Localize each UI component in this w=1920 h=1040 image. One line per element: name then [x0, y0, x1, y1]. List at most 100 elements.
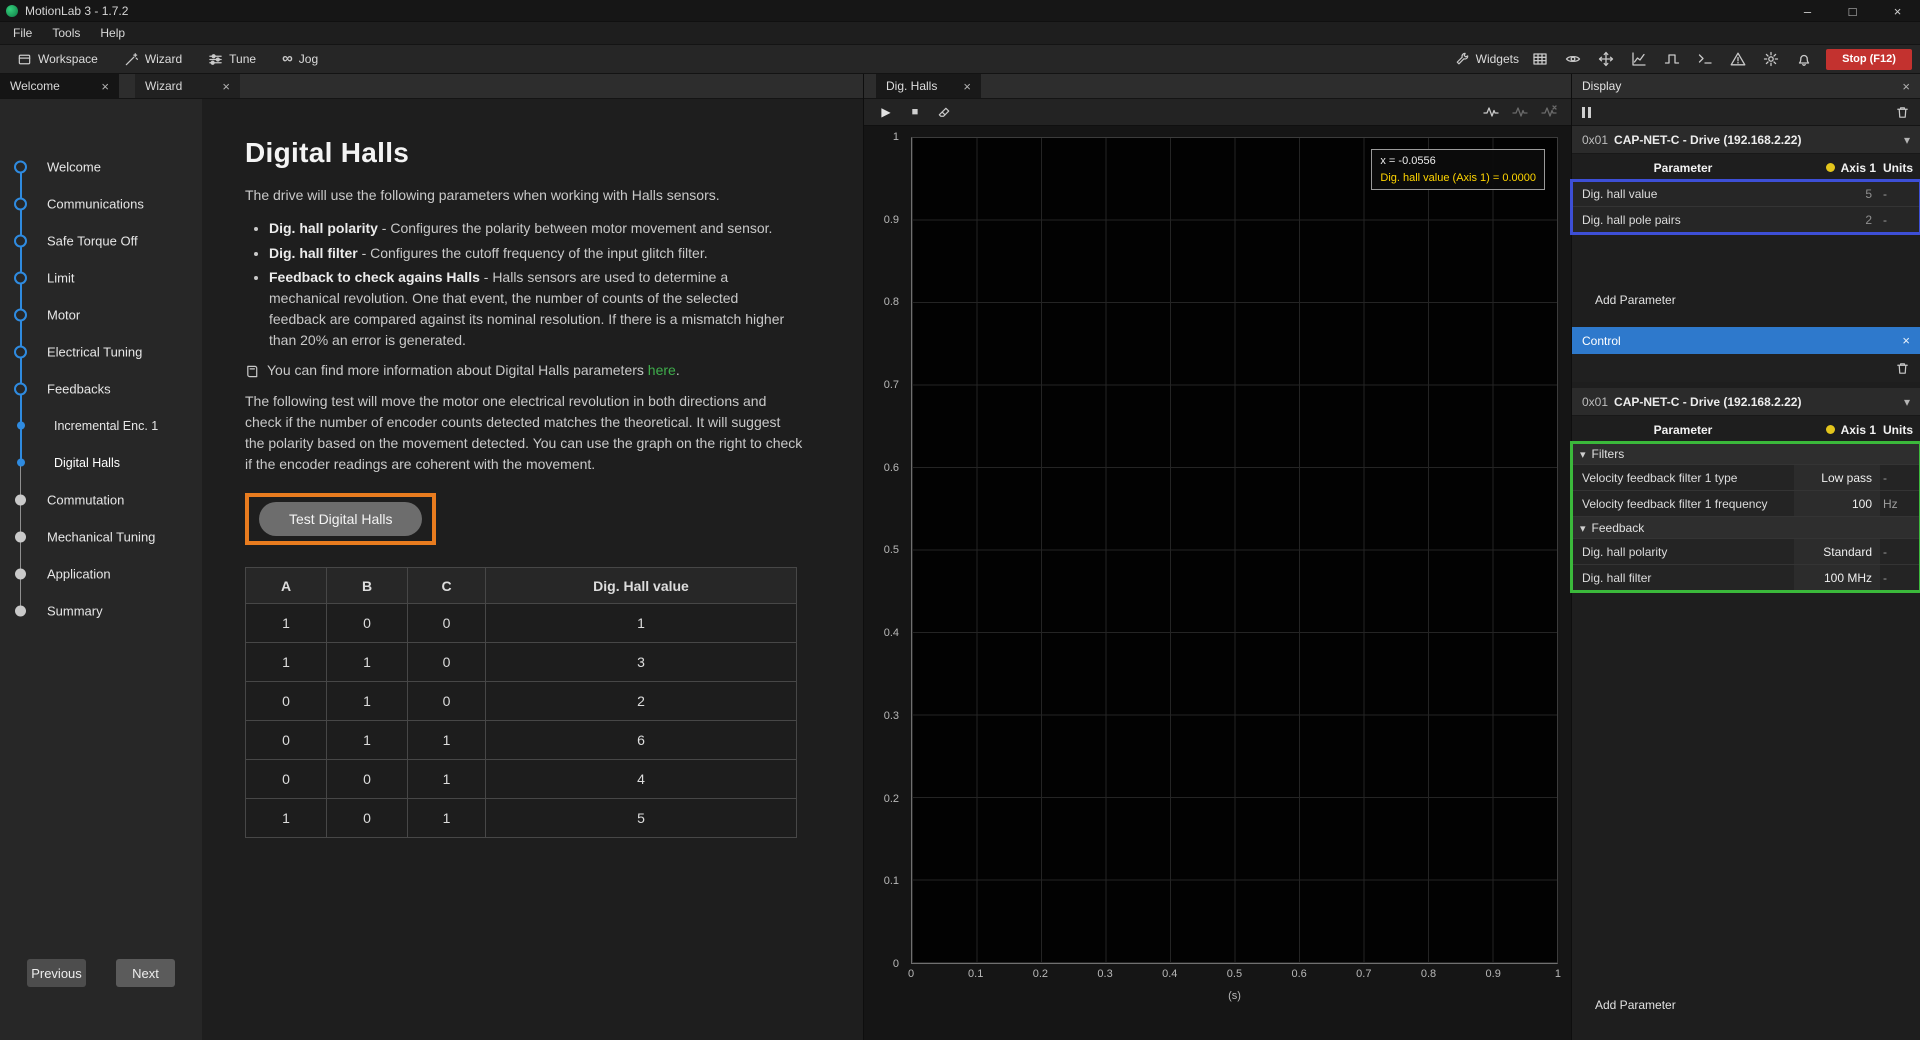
control-chevron-down-icon[interactable]: ▾ [1904, 395, 1910, 409]
control-parameter-row[interactable]: ▾Velocity feedback filter 1 type Velocit… [1572, 465, 1920, 491]
plot-grid[interactable]: x = -0.0556 Dig. hall value (Axis 1) = 0… [911, 137, 1558, 964]
watch-rows: Dig. hall value 5 - Dig. hall pole pairs… [1572, 181, 1920, 233]
wizard-step[interactable]: Communications [0, 185, 202, 222]
hall-cell-value: 2 [486, 682, 797, 721]
step-marker-icon [12, 491, 29, 508]
collapse-icon[interactable]: ▾ [1580, 449, 1586, 461]
menu-tools[interactable]: Tools [42, 24, 90, 42]
eye-icon[interactable] [1565, 51, 1581, 67]
control-parameter-row[interactable]: ▾Dig. hall polarity Dig. hall polarity S… [1572, 539, 1920, 565]
wizard-step[interactable]: Motor [0, 296, 202, 333]
close-button[interactable]: × [1875, 0, 1920, 22]
control-close-icon[interactable]: × [1902, 333, 1910, 348]
stop-f12-button[interactable]: Stop (F12) [1826, 49, 1912, 70]
wizard-step[interactable]: Application [0, 555, 202, 592]
y-tick-label: 0.5 [884, 542, 905, 558]
group-row[interactable]: ▾Filters [1572, 447, 1920, 461]
minimize-button[interactable]: – [1785, 0, 1830, 22]
wizard-step[interactable]: Mechanical Tuning [0, 518, 202, 555]
tab-dig-halls-close-icon[interactable]: × [963, 79, 971, 94]
here-link[interactable]: here [648, 362, 676, 378]
tune-button[interactable]: Tune [195, 45, 269, 73]
workspace-button[interactable]: Workspace [4, 45, 111, 73]
wizard-step[interactable]: Digital Halls [0, 444, 202, 481]
tab-dig-halls-label: Dig. Halls [886, 79, 937, 93]
group-row[interactable]: ▾Feedback [1572, 521, 1920, 535]
control-trash-icon[interactable] [1895, 361, 1910, 376]
gear-icon[interactable] [1763, 51, 1779, 67]
table-view-icon[interactable] [1532, 51, 1548, 67]
hall-cell-value: 6 [486, 721, 797, 760]
control-parameter-value[interactable]: Standard [1794, 539, 1880, 564]
next-button[interactable]: Next [116, 959, 175, 987]
collapse-icon[interactable]: ▾ [1580, 523, 1586, 535]
step-marker-icon [12, 565, 29, 582]
jog-button[interactable]: ∞ Jog [269, 45, 331, 73]
wizard-step[interactable]: Feedbacks [0, 370, 202, 407]
tooltip-series-value: Dig. hall value (Axis 1) = 0.0000 [1380, 170, 1536, 187]
control-parameter-row[interactable]: ▾Dig. hall filter Dig. hall filter 100 M… [1572, 565, 1920, 591]
add-parameter-link[interactable]: Add Parameter [1595, 293, 1676, 307]
wizard-step[interactable]: Commutation [0, 481, 202, 518]
previous-button[interactable]: Previous [27, 959, 86, 987]
bell-icon[interactable] [1796, 51, 1812, 67]
drive-selector[interactable]: 0x01 CAP-NET-C - Drive (192.168.2.22) ▾ [1572, 126, 1920, 154]
widgets-button[interactable]: Widgets [1442, 45, 1532, 73]
parameter-name: Dig. hall value [1572, 187, 1794, 201]
control-parameter-value[interactable]: Low pass [1794, 465, 1880, 490]
bullet-item: Dig. hall filter - Configures the cutoff… [269, 243, 794, 264]
warning-icon[interactable] [1730, 51, 1746, 67]
wizard-step[interactable]: Safe Torque Off [0, 222, 202, 259]
hall-cell-c: 1 [408, 799, 486, 838]
signal-secondary-icon[interactable] [1512, 104, 1528, 120]
menu-help[interactable]: Help [90, 24, 135, 42]
wizard-step[interactable]: Limit [0, 259, 202, 296]
signal-active-icon[interactable] [1483, 104, 1499, 120]
y-tick-label: 0.2 [884, 791, 905, 807]
wizard-content: Digital Halls The drive will use the fol… [202, 99, 863, 1040]
wizard-step[interactable]: Electrical Tuning [0, 333, 202, 370]
step-label: Safe Torque Off [47, 233, 138, 248]
x-tick-label: 0.7 [1352, 968, 1376, 980]
control-drive-selector[interactable]: 0x01 CAP-NET-C - Drive (192.168.2.22) ▾ [1572, 388, 1920, 416]
tab-dig-halls[interactable]: Dig. Halls × [876, 74, 981, 98]
control-parameter-value[interactable]: 100 MHz [1794, 565, 1880, 590]
chevron-down-icon[interactable]: ▾ [1904, 133, 1910, 147]
title-bar: MotionLab 3 - 1.7.2 – □ × [0, 0, 1920, 22]
pause-icon[interactable] [1582, 107, 1591, 118]
control-add-parameter-link[interactable]: Add Parameter [1595, 998, 1676, 1012]
watch-parameter-row[interactable]: Dig. hall pole pairs 2 - [1572, 207, 1920, 233]
control-parameter-row[interactable]: ▾Feedback Feedback [1572, 517, 1920, 539]
eraser-icon[interactable] [936, 104, 952, 120]
tab-wizard-close-icon[interactable]: × [222, 79, 230, 94]
signal-tertiary-icon[interactable] [1541, 104, 1557, 120]
display-close-icon[interactable]: × [1902, 79, 1910, 94]
step-label: Limit [47, 270, 74, 285]
control-panel-header[interactable]: Control × [1572, 327, 1920, 354]
stop-icon[interactable]: ■ [907, 104, 923, 120]
control-parameter-name: Dig. hall filter [1572, 571, 1794, 585]
wizard-button[interactable]: Wizard [111, 45, 195, 73]
trash-icon[interactable] [1895, 105, 1910, 120]
tune-label: Tune [229, 52, 256, 66]
wizard-step[interactable]: Welcome [0, 148, 202, 185]
step-signal-icon[interactable] [1664, 51, 1680, 67]
tab-wizard[interactable]: Wizard × [135, 74, 240, 98]
control-parameter-row[interactable]: ▾Filters Filters [1572, 443, 1920, 465]
control-parameter-value[interactable]: 100 [1794, 491, 1880, 516]
test-digital-halls-button[interactable]: Test Digital Halls [259, 502, 422, 536]
line-chart-icon[interactable] [1631, 51, 1647, 67]
terminal-icon[interactable] [1697, 51, 1713, 67]
hall-table-row: 1 0 0 1 [246, 604, 797, 643]
wizard-step[interactable]: Summary [0, 592, 202, 629]
wizard-step[interactable]: Incremental Enc. 1 [0, 407, 202, 444]
play-icon[interactable]: ▶ [878, 104, 894, 120]
maximize-button[interactable]: □ [1830, 0, 1875, 22]
watch-parameter-row[interactable]: Dig. hall value 5 - [1572, 181, 1920, 207]
move-icon[interactable] [1598, 51, 1614, 67]
hall-table-header: C [408, 568, 486, 604]
tab-welcome[interactable]: Welcome × [0, 74, 119, 98]
menu-file[interactable]: File [3, 24, 42, 42]
tab-welcome-close-icon[interactable]: × [101, 79, 109, 94]
control-parameter-row[interactable]: ▾Velocity feedback filter 1 frequency Ve… [1572, 491, 1920, 517]
